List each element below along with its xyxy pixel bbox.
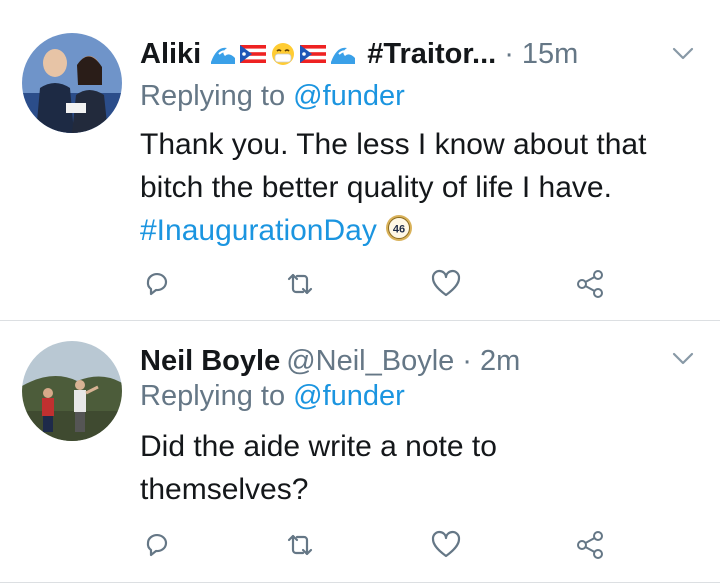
tweet-actions [140, 267, 630, 301]
chevron-down-icon[interactable] [670, 345, 696, 371]
tweet-text: Did the aide write a note to themselves? [140, 425, 540, 511]
tweet-body-text: Did the aide write a note to themselves? [140, 430, 497, 506]
timestamp[interactable]: · 15m [504, 38, 578, 71]
wave-emoji-icon [211, 47, 236, 64]
like-button[interactable] [429, 528, 463, 562]
share-icon [577, 531, 603, 559]
wave-emoji-icon [331, 47, 356, 64]
tweet-header: Neil Boyle @Neil_Boyle · 2m [140, 341, 690, 381]
reply-button[interactable] [140, 267, 174, 301]
mention-link[interactable]: @funder [293, 80, 405, 112]
like-icon [431, 530, 461, 558]
reply-icon [146, 533, 168, 557]
tweet-text: Thank you. The less I know about that bi… [140, 123, 700, 252]
retweet-icon [287, 534, 313, 556]
display-name-suffix: #Traitor... [367, 37, 497, 70]
reply-button[interactable] [140, 528, 174, 562]
avatar[interactable] [22, 33, 122, 133]
hashtag-link[interactable]: #InaugurationDay [140, 214, 377, 247]
like-icon [431, 269, 461, 297]
reply-icon [146, 272, 168, 296]
mask-face-emoji-icon [272, 43, 295, 65]
name-emojis [209, 42, 357, 66]
retweet-button[interactable] [283, 267, 317, 301]
inauguration-46-badge-icon: 46 [385, 211, 413, 241]
timestamp[interactable]: · 2m [462, 345, 520, 378]
puerto-rico-flag-icon [300, 45, 327, 63]
share-button[interactable] [573, 267, 607, 301]
share-button[interactable] [573, 528, 607, 562]
avatar[interactable] [22, 341, 122, 441]
tweet-header: Aliki #Traitor... · 15m [140, 34, 690, 74]
retweet-icon [287, 273, 313, 295]
display-name[interactable]: Aliki [140, 38, 201, 71]
mention-link[interactable]: @funder [293, 380, 405, 412]
replying-to: Replying to @funder [140, 380, 405, 413]
replying-prefix: Replying to [140, 80, 286, 112]
retweet-button[interactable] [283, 528, 317, 562]
puerto-rico-flag-icon [240, 45, 267, 63]
user-handle[interactable]: @Neil_Boyle [286, 345, 454, 378]
display-name[interactable]: Neil Boyle [140, 345, 280, 378]
replying-prefix: Replying to [140, 380, 286, 412]
replying-to: Replying to @funder [140, 80, 405, 113]
tweet-actions [140, 528, 630, 562]
tweet-1[interactable]: Aliki #Traitor... · 15m Replying to @fun… [0, 0, 720, 321]
share-icon [577, 270, 603, 298]
chevron-down-icon[interactable] [670, 40, 696, 66]
like-button[interactable] [429, 267, 463, 301]
badge-number: 46 [393, 224, 405, 236]
tweet-body-text: Thank you. The less I know about that bi… [140, 128, 647, 204]
